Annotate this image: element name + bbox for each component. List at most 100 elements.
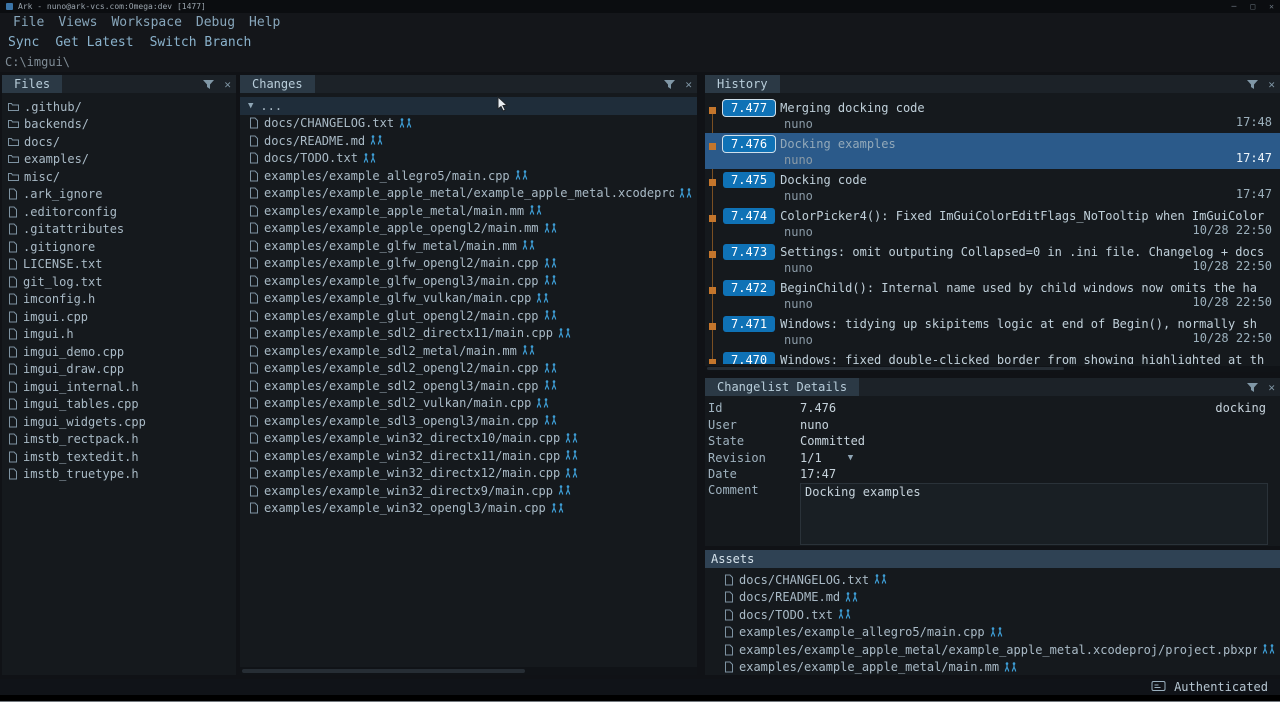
- file-tree-file-row[interactable]: LICENSE.txt: [2, 256, 236, 274]
- filter-icon[interactable]: [659, 75, 680, 93]
- changed-file-row[interactable]: examples/example_glfw_metal/main.mm: [240, 237, 697, 255]
- close-panel-icon[interactable]: ✕: [680, 75, 697, 93]
- file-icon: [249, 362, 259, 374]
- file-tree-folder-row[interactable]: backends/: [2, 116, 236, 134]
- changed-file-row[interactable]: examples/example_win32_directx10/main.cp…: [240, 430, 697, 448]
- changed-file-row[interactable]: examples/example_glfw_opengl2/main.cpp: [240, 255, 697, 273]
- assets-list: docs/CHANGELOG.txt docs/README.md: [705, 568, 1280, 675]
- menu-item[interactable]: Views: [51, 15, 104, 30]
- file-tree-file-row[interactable]: imgui_tables.cpp: [2, 396, 236, 414]
- changed-file-row[interactable]: examples/example_win32_directx11/main.cp…: [240, 447, 697, 465]
- file-name: .editorconfig: [23, 205, 117, 219]
- horizontal-scrollbar[interactable]: [705, 366, 1280, 372]
- changed-file-row[interactable]: examples/example_glfw_opengl3/main.cpp: [240, 272, 697, 290]
- changed-file-row[interactable]: examples/example_win32_directx9/main.cpp: [240, 482, 697, 500]
- file-tree-folder-row[interactable]: misc/: [2, 168, 236, 186]
- file-tree-file-row[interactable]: imgui.cpp: [2, 308, 236, 326]
- asset-row[interactable]: docs/TODO.txt: [705, 606, 1280, 624]
- changed-file-row[interactable]: docs/CHANGELOG.txt: [240, 115, 697, 133]
- changed-file-row[interactable]: examples/example_sdl2_directx11/main.cpp: [240, 325, 697, 343]
- filter-icon[interactable]: [1242, 378, 1263, 396]
- changed-file-row[interactable]: examples/example_apple_metal/example_app…: [240, 185, 697, 203]
- tab-changes[interactable]: Changes: [240, 75, 315, 93]
- changed-file-row[interactable]: examples/example_allegro5/main.cpp: [240, 167, 697, 185]
- toolbar-button[interactable]: Switch Branch: [150, 35, 252, 50]
- toolbar-button[interactable]: Get Latest: [55, 35, 133, 50]
- file-tree-file-row[interactable]: imgui_draw.cpp: [2, 361, 236, 379]
- file-tree-file-row[interactable]: .gitattributes: [2, 221, 236, 239]
- window-titlebar[interactable]: Ark - nuno@ark-vcs.com:Omega:dev [1477] …: [0, 0, 1280, 13]
- history-commit-row[interactable]: 7.473 Settings: omit outputing Collapsed…: [705, 241, 1280, 277]
- close-window-button[interactable]: ✕: [1269, 2, 1274, 11]
- file-icon: [249, 345, 259, 357]
- file-tree-folder-row[interactable]: .github/: [2, 98, 236, 116]
- file-tree-file-row[interactable]: imgui_widgets.cpp: [2, 413, 236, 431]
- changed-file-row[interactable]: examples/example_sdl2_metal/main.mm: [240, 342, 697, 360]
- file-tree-file-row[interactable]: imstb_rectpack.h: [2, 431, 236, 449]
- history-commit-row[interactable]: 7.470 Windows: fixed double-clicked bord…: [705, 349, 1280, 364]
- minimize-button[interactable]: ─: [1232, 2, 1237, 11]
- file-tree-file-row[interactable]: imstb_truetype.h: [2, 466, 236, 484]
- comment-box[interactable]: Docking examples: [800, 483, 1268, 545]
- history-commit-row[interactable]: 7.477 Merging docking code nuno 17:48: [705, 97, 1280, 133]
- checked-out-status-icon: [399, 118, 413, 129]
- changed-file-name: examples/example_win32_directx12/main.cp…: [264, 466, 560, 480]
- changed-file-row[interactable]: examples/example_win32_opengl3/main.cpp: [240, 500, 697, 518]
- menu-item[interactable]: Debug: [189, 15, 242, 30]
- file-tree-file-row[interactable]: .gitignore: [2, 238, 236, 256]
- history-commit-row[interactable]: 7.471 Windows: tidying up skipitems logi…: [705, 313, 1280, 349]
- filter-icon[interactable]: [198, 75, 219, 93]
- changed-file-row[interactable]: examples/example_glut_opengl2/main.cpp: [240, 307, 697, 325]
- file-tree-file-row[interactable]: git_log.txt: [2, 273, 236, 291]
- horizontal-scrollbar[interactable]: [240, 667, 697, 675]
- maximize-button[interactable]: □: [1250, 2, 1255, 11]
- file-tree-file-row[interactable]: imgui_internal.h: [2, 378, 236, 396]
- asset-row[interactable]: docs/README.md: [705, 589, 1280, 607]
- history-commit-row[interactable]: 7.476 Docking examples nuno 17:47: [705, 133, 1280, 169]
- changed-file-row[interactable]: examples/example_sdl2_vulkan/main.cpp: [240, 395, 697, 413]
- file-tree-file-row[interactable]: imgui.h: [2, 326, 236, 344]
- branch-tag: docking: [1215, 401, 1280, 415]
- asset-row[interactable]: docs/CHANGELOG.txt: [705, 571, 1280, 589]
- file-tree-folder-row[interactable]: examples/: [2, 151, 236, 169]
- close-panel-icon[interactable]: ✕: [219, 75, 236, 93]
- scrollbar-thumb[interactable]: [707, 367, 1064, 370]
- assets-panel-header[interactable]: Assets: [705, 550, 1280, 568]
- file-tree-file-row[interactable]: .ark_ignore: [2, 186, 236, 204]
- changed-file-row[interactable]: examples/example_glfw_vulkan/main.cpp: [240, 290, 697, 308]
- tab-files[interactable]: Files: [2, 75, 62, 93]
- tab-history[interactable]: History: [705, 75, 780, 93]
- toolbar-button[interactable]: Sync: [8, 35, 39, 50]
- menu-item[interactable]: Workspace: [104, 15, 188, 30]
- changed-file-row[interactable]: docs/README.md: [240, 132, 697, 150]
- history-commit-row[interactable]: 7.475 Docking code nuno 17:47: [705, 169, 1280, 205]
- filter-icon[interactable]: [1242, 75, 1263, 93]
- file-tree-file-row[interactable]: .editorconfig: [2, 203, 236, 221]
- menu-item[interactable]: File: [6, 15, 51, 30]
- menu-item[interactable]: Help: [242, 15, 287, 30]
- tab-changelist-details[interactable]: Changelist Details: [705, 378, 859, 396]
- expand-triangle-icon[interactable]: ▼: [248, 101, 253, 111]
- changed-file-row[interactable]: examples/example_apple_metal/main.mm: [240, 202, 697, 220]
- changed-file-row[interactable]: docs/TODO.txt: [240, 150, 697, 168]
- asset-row[interactable]: examples/example_apple_metal/example_app…: [705, 641, 1280, 659]
- scrollbar-thumb[interactable]: [242, 669, 525, 673]
- file-tree-file-row[interactable]: imconfig.h: [2, 291, 236, 309]
- file-tree-file-row[interactable]: imgui_demo.cpp: [2, 343, 236, 361]
- changed-file-row[interactable]: examples/example_win32_directx12/main.cp…: [240, 465, 697, 483]
- asset-row[interactable]: examples/example_allegro5/main.cpp: [705, 624, 1280, 642]
- changes-root-row[interactable]: ▼ ...: [240, 97, 697, 115]
- close-panel-icon[interactable]: ✕: [1263, 378, 1280, 396]
- history-commit-row[interactable]: 7.474 ColorPicker4(): Fixed ImGuiColorEd…: [705, 205, 1280, 241]
- file-tree-file-row[interactable]: imstb_textedit.h: [2, 448, 236, 466]
- changed-file-row[interactable]: examples/example_apple_opengl2/main.mm: [240, 220, 697, 238]
- revision-dropdown[interactable]: ▼: [848, 453, 853, 463]
- asset-row[interactable]: examples/example_apple_metal/main.mm: [705, 659, 1280, 676]
- history-commit-row[interactable]: 7.472 BeginChild(): Internal name used b…: [705, 277, 1280, 313]
- changed-file-name: examples/example_sdl2_opengl3/main.cpp: [264, 379, 539, 393]
- changed-file-row[interactable]: examples/example_sdl3_opengl3/main.cpp: [240, 412, 697, 430]
- close-panel-icon[interactable]: ✕: [1263, 75, 1280, 93]
- changed-file-row[interactable]: examples/example_sdl2_opengl2/main.cpp: [240, 360, 697, 378]
- file-tree-folder-row[interactable]: docs/: [2, 133, 236, 151]
- changed-file-row[interactable]: examples/example_sdl2_opengl3/main.cpp: [240, 377, 697, 395]
